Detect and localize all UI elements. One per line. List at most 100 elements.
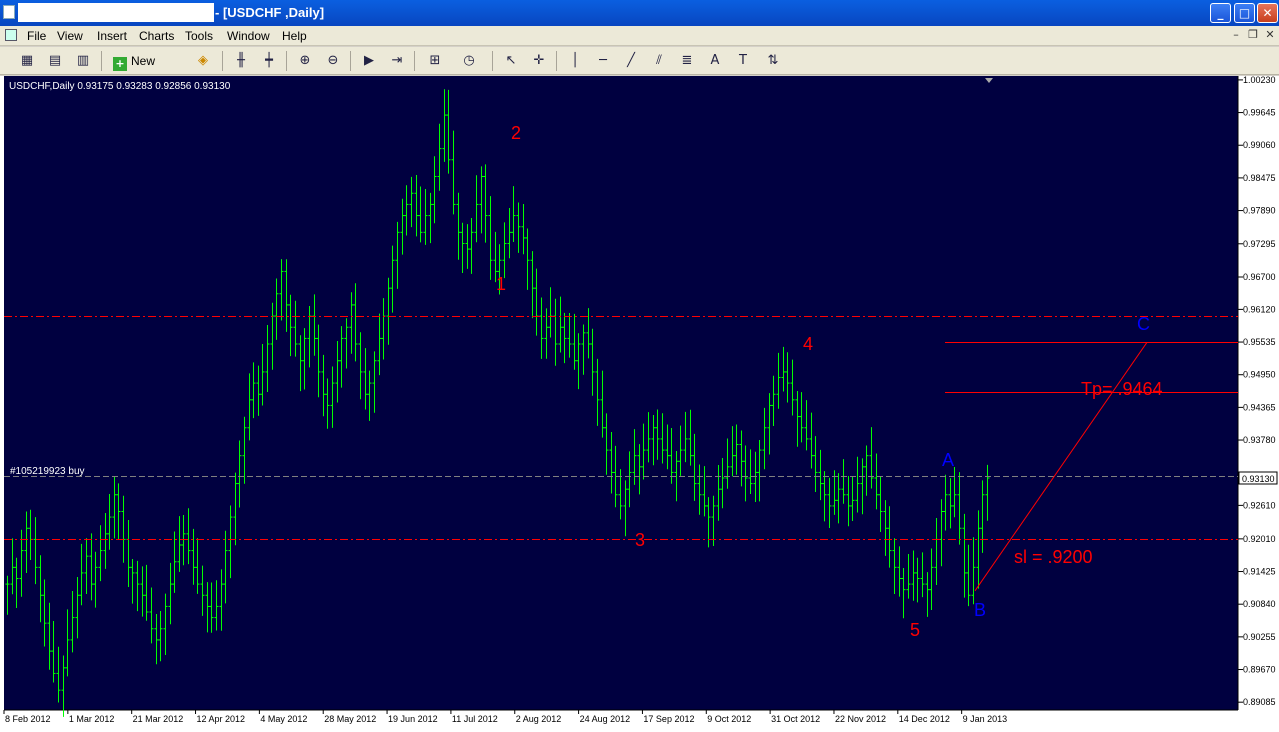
vertical-line-icon[interactable]: │ xyxy=(564,50,586,72)
toolbar-separator xyxy=(286,51,287,71)
fibonacci-icon[interactable]: ≣ xyxy=(676,50,698,72)
menu-tools[interactable]: Tools xyxy=(185,29,213,43)
y-tick-label: 0.99645 xyxy=(1243,108,1276,118)
menu-bar: File View Insert Charts Tools Window Hel… xyxy=(0,26,1279,46)
y-tick-label: 0.90255 xyxy=(1243,632,1276,642)
menu-view[interactable]: View xyxy=(57,29,83,43)
y-tick-label: 0.89670 xyxy=(1243,665,1276,675)
x-tick-label: 11 Jul 2012 xyxy=(452,714,498,724)
x-tick-label: 12 Apr 2012 xyxy=(197,714,246,724)
x-tick-label: 9 Jan 2013 xyxy=(963,714,1008,724)
y-tick-label: 0.92010 xyxy=(1243,534,1276,544)
take-profit-label: Tp= .9464 xyxy=(1081,379,1163,399)
x-tick-label: 19 Jun 2012 xyxy=(388,714,438,724)
y-tick-label: 0.89085 xyxy=(1243,697,1276,707)
auto-scroll-icon[interactable]: ▶ xyxy=(358,50,380,72)
wave-label-c: C xyxy=(1137,314,1150,334)
y-tick-label: 0.96700 xyxy=(1243,272,1276,282)
x-tick-label: 9 Oct 2012 xyxy=(707,714,751,724)
text-icon[interactable]: A xyxy=(704,50,726,72)
arrows-icon[interactable]: ⇅ xyxy=(762,50,784,72)
y-tick-label: 0.92610 xyxy=(1243,500,1276,510)
window-title: - [USDCHF ,Daily] xyxy=(215,5,325,20)
y-tick-label: 0.96120 xyxy=(1243,304,1276,314)
indicators-icon[interactable]: ⊞ xyxy=(424,50,446,72)
price-scale xyxy=(1238,76,1279,710)
maximize-icon[interactable]: □ xyxy=(1234,3,1255,23)
toolbar-separator xyxy=(414,51,415,71)
x-tick-label: 4 May 2012 xyxy=(260,714,307,724)
x-tick-label: 8 Feb 2012 xyxy=(5,714,51,724)
x-tick-label: 21 Mar 2012 xyxy=(133,714,184,724)
new-order-icon: + xyxy=(113,57,127,71)
close-icon[interactable]: ✕ xyxy=(1257,3,1278,23)
toolbar-separator xyxy=(492,51,493,71)
candlestick-icon[interactable]: ┿ xyxy=(258,50,280,72)
text-label-icon[interactable]: T xyxy=(732,50,754,72)
trendline-icon[interactable]: ╱ xyxy=(620,50,642,72)
x-tick-label: 31 Oct 2012 xyxy=(771,714,820,724)
child-close-icon[interactable]: ✕ xyxy=(1262,28,1278,43)
app-icon xyxy=(3,5,15,19)
wave-label-a: A xyxy=(942,450,954,470)
account-name-field xyxy=(18,3,214,22)
wave-label-2: 2 xyxy=(511,123,521,143)
wave-label-3: 3 xyxy=(635,530,645,550)
equidistant-channel-icon[interactable]: ⫽ xyxy=(648,50,670,72)
price-chart[interactable]: 1.00230 0.99645 0.99060 0.98475 0.97890 0.972… xyxy=(0,76,1279,732)
horizontal-line-icon[interactable]: ─ xyxy=(592,50,614,72)
x-tick-label: 22 Nov 2012 xyxy=(835,714,886,724)
zoom-in-icon[interactable]: ⊕ xyxy=(294,50,316,72)
new-order-button[interactable]: +New Order xyxy=(110,50,186,90)
menu-file[interactable]: File xyxy=(27,29,46,43)
toolbar-separator xyxy=(556,51,557,71)
profiles-icon[interactable]: ▤ xyxy=(44,50,66,72)
order-label: #105219923 buy xyxy=(10,466,85,477)
menu-charts[interactable]: Charts xyxy=(139,29,174,43)
periods-icon[interactable]: ◷ xyxy=(458,50,480,72)
y-tick-label: 0.99060 xyxy=(1243,140,1276,150)
chart-window[interactable]: 1.00230 0.99645 0.99060 0.98475 0.97890 0.972… xyxy=(0,76,1279,732)
bar-chart-icon[interactable]: ╫ xyxy=(230,50,252,72)
current-price-label: 0.93130 xyxy=(1242,474,1275,484)
y-tick-label: 0.94365 xyxy=(1243,402,1276,412)
toolbar-separator xyxy=(350,51,351,71)
y-tick-label: 0.93780 xyxy=(1243,435,1276,445)
cursor-icon[interactable]: ↖ xyxy=(500,50,522,72)
x-tick-label: 24 Aug 2012 xyxy=(580,714,631,724)
chart-shift-icon[interactable]: ⇥ xyxy=(386,50,408,72)
y-tick-label: 0.95535 xyxy=(1243,337,1276,347)
menu-window[interactable]: Window xyxy=(227,29,270,43)
toolbar-separator xyxy=(222,51,223,71)
wave-label-1: 1 xyxy=(496,274,506,294)
child-minimize-icon[interactable]: – xyxy=(1228,28,1244,43)
x-tick-label: 14 Dec 2012 xyxy=(899,714,950,724)
y-tick-label: 1.00230 xyxy=(1243,76,1276,85)
crosshair-icon[interactable]: ✛ xyxy=(528,50,550,72)
y-tick-label: 0.97890 xyxy=(1243,206,1276,216)
y-tick-label: 0.97295 xyxy=(1243,239,1276,249)
market-watch-icon[interactable]: ▥ xyxy=(72,50,94,72)
stop-loss-label: sl = .9200 xyxy=(1014,547,1093,567)
x-tick-label: 1 Mar 2012 xyxy=(69,714,115,724)
new-chart-icon[interactable]: ▦ xyxy=(16,50,38,72)
minimize-icon[interactable]: _ xyxy=(1210,3,1231,23)
zoom-out-icon[interactable]: ⊖ xyxy=(322,50,344,72)
toolbar: ▦ ▤ ▥ +New Order ◈ ╫ ┿ ⊕ ⊖ ▶ ⇥ ⊞ ◷ ↖ ✛ │… xyxy=(0,47,1279,115)
title-bar: - [USDCHF ,Daily] _ □ ✕ xyxy=(0,0,1279,26)
symbol-info: USDCHF,Daily 0.93175 0.93283 0.92856 0.9… xyxy=(9,81,231,92)
x-tick-label: 2 Aug 2012 xyxy=(516,714,562,724)
y-tick-label: 0.90840 xyxy=(1243,599,1276,609)
child-restore-icon[interactable]: ❐ xyxy=(1245,28,1261,43)
expert-advisors-icon[interactable]: ◈ xyxy=(192,50,214,72)
x-tick-label: 28 May 2012 xyxy=(324,714,376,724)
y-tick-label: 0.91425 xyxy=(1243,567,1276,577)
wave-label-4: 4 xyxy=(803,334,813,354)
menu-insert[interactable]: Insert xyxy=(97,29,127,43)
y-tick-label: 0.94950 xyxy=(1243,370,1276,380)
toolbar-separator xyxy=(101,51,102,71)
y-tick-label: 0.98475 xyxy=(1243,173,1276,183)
document-icon[interactable] xyxy=(5,29,17,41)
wave-label-5: 5 xyxy=(910,620,920,640)
menu-help[interactable]: Help xyxy=(282,29,307,43)
